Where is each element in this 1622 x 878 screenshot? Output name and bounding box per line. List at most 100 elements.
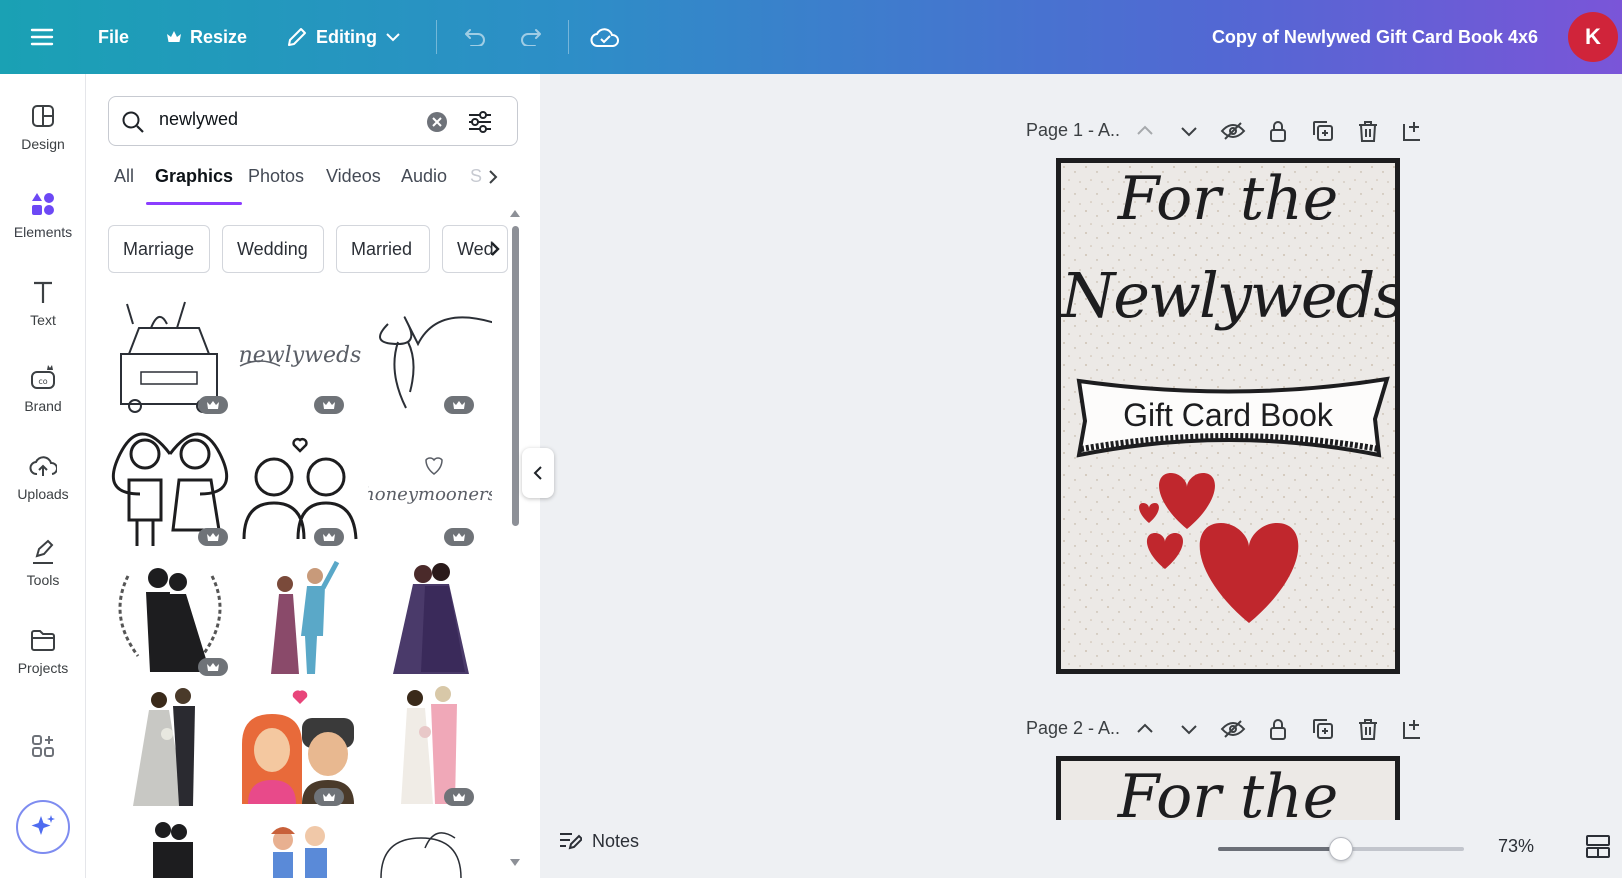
undo-icon bbox=[465, 29, 485, 46]
svg-text:co: co bbox=[38, 377, 47, 386]
tab-photos[interactable]: Photos bbox=[248, 166, 304, 187]
rail-item-uploads[interactable]: Uploads bbox=[0, 452, 86, 502]
resize-label: Resize bbox=[190, 26, 248, 47]
graphic-honeymooners-script[interactable]: honeymooners bbox=[368, 424, 492, 548]
chevron-down-icon[interactable] bbox=[1176, 118, 1202, 144]
save-status-button[interactable] bbox=[590, 0, 620, 74]
file-menu[interactable]: File bbox=[98, 0, 129, 74]
editing-label: Editing bbox=[316, 26, 377, 47]
tab-videos[interactable]: Videos bbox=[326, 166, 381, 187]
panel-scroll-thumb[interactable] bbox=[512, 226, 519, 526]
graphic-two-brides[interactable] bbox=[368, 554, 492, 678]
chevron-up-icon[interactable] bbox=[1132, 118, 1158, 144]
chip-wedding[interactable]: Wedding bbox=[222, 225, 324, 273]
crown-icon bbox=[167, 31, 181, 42]
graphic-silhouette-couple[interactable] bbox=[108, 554, 232, 678]
active-tab-indicator bbox=[146, 202, 242, 205]
graphic-cartoon-couple[interactable] bbox=[238, 818, 362, 878]
filter-button[interactable] bbox=[467, 109, 493, 140]
notes-button[interactable]: Notes bbox=[558, 830, 639, 852]
tab-all[interactable]: All bbox=[114, 166, 134, 187]
chips-next-icon[interactable] bbox=[488, 240, 502, 258]
add-page-icon[interactable] bbox=[1400, 118, 1426, 144]
clear-search-button[interactable] bbox=[427, 112, 447, 132]
chevron-right-icon[interactable] bbox=[486, 168, 500, 186]
rail-item-elements[interactable]: Elements bbox=[0, 190, 86, 240]
cloud-check-icon bbox=[590, 28, 619, 47]
graphic-newlyweds-script[interactable]: newlyweds bbox=[238, 292, 362, 416]
collapse-panel-button[interactable] bbox=[522, 448, 554, 498]
chip-married[interactable]: Married bbox=[336, 225, 430, 273]
duplicate-page-icon[interactable] bbox=[1310, 118, 1336, 144]
graphic-line-couple[interactable] bbox=[368, 818, 492, 878]
magic-assistant-button[interactable] bbox=[16, 800, 70, 854]
hide-page-icon[interactable] bbox=[1220, 716, 1246, 742]
chevron-up-icon[interactable] bbox=[1132, 716, 1158, 742]
graphic-bride-groom[interactable] bbox=[108, 684, 232, 808]
graphic-couple-outline[interactable] bbox=[108, 424, 232, 548]
honeymooners-script-graphic: honeymooners bbox=[368, 457, 492, 505]
menu-button[interactable] bbox=[30, 0, 54, 74]
resize-button[interactable]: Resize bbox=[166, 0, 247, 74]
couple-icon-graphic bbox=[242, 437, 358, 540]
trash-icon[interactable] bbox=[1355, 118, 1381, 144]
grid-view-icon[interactable] bbox=[1584, 832, 1612, 860]
zoom-slider[interactable] bbox=[1218, 837, 1464, 861]
graphic-wedding-car[interactable] bbox=[108, 292, 232, 416]
undo-button[interactable] bbox=[462, 0, 486, 74]
rail-item-text[interactable]: Text bbox=[0, 278, 86, 328]
graphic-kissing-silhouette[interactable] bbox=[108, 818, 232, 878]
card-2-title-line1[interactable]: For the bbox=[1061, 767, 1395, 826]
newlyweds-script-graphic: newlyweds bbox=[239, 343, 362, 368]
tab-graphics[interactable]: Graphics bbox=[155, 166, 233, 187]
shapes-icon bbox=[32, 193, 54, 215]
editing-mode-dropdown[interactable]: Editing bbox=[286, 0, 401, 74]
kissing-silhouette-graphic bbox=[153, 822, 193, 878]
crown-icon bbox=[323, 401, 335, 409]
chip-marriage[interactable]: Marriage bbox=[108, 225, 210, 273]
rail-item-brand[interactable]: co Brand bbox=[0, 364, 86, 414]
lock-icon[interactable] bbox=[1265, 118, 1291, 144]
graphic-pink-suit-couple[interactable] bbox=[368, 684, 492, 808]
page-2-card[interactable]: For the bbox=[1056, 756, 1400, 826]
graphic-faceless-couple[interactable] bbox=[238, 684, 362, 808]
toolbar-divider bbox=[568, 20, 569, 54]
rail-item-apps[interactable] bbox=[0, 732, 86, 766]
crown-icon bbox=[453, 533, 465, 541]
zoom-slider-handle[interactable] bbox=[1329, 837, 1353, 861]
card-title-line2[interactable]: Newlyweds bbox=[1061, 265, 1395, 327]
trash-icon[interactable] bbox=[1355, 716, 1381, 742]
premium-badge bbox=[198, 528, 228, 546]
notes-label: Notes bbox=[592, 830, 640, 851]
hide-page-icon[interactable] bbox=[1220, 118, 1246, 144]
rail-label-uploads: Uploads bbox=[17, 486, 69, 502]
folder-icon bbox=[31, 630, 55, 651]
rail-label-projects: Projects bbox=[17, 660, 69, 676]
redo-button[interactable] bbox=[520, 0, 544, 74]
avatar[interactable]: K bbox=[1568, 12, 1618, 62]
svg-text:newlyweds: newlyweds bbox=[239, 343, 362, 368]
lock-icon[interactable] bbox=[1265, 716, 1291, 742]
rail-item-design[interactable]: Design bbox=[0, 102, 86, 152]
graphic-couple-icon[interactable] bbox=[238, 424, 362, 548]
document-title[interactable]: Copy of Newlywed Gift Card Book 4x6 bbox=[1212, 0, 1538, 74]
duplicate-page-icon[interactable] bbox=[1310, 716, 1336, 742]
premium-badge bbox=[314, 788, 344, 806]
tab-more[interactable]: S bbox=[470, 166, 482, 187]
zoom-percentage[interactable]: 73% bbox=[1498, 836, 1534, 857]
graphic-dancing-couple[interactable] bbox=[238, 554, 362, 678]
card-title-line1[interactable]: For the bbox=[1061, 169, 1395, 229]
chevron-down-icon[interactable] bbox=[1176, 716, 1202, 742]
rail-item-tools[interactable]: Tools bbox=[0, 538, 86, 588]
graphic-ribbon-bow[interactable] bbox=[368, 292, 492, 416]
rail-item-projects[interactable]: Projects bbox=[0, 626, 86, 676]
rail-label-text: Text bbox=[30, 312, 56, 328]
search-input[interactable] bbox=[159, 109, 409, 130]
tab-audio[interactable]: Audio bbox=[401, 166, 447, 187]
card-banner-text[interactable]: Gift Card Book bbox=[1061, 397, 1395, 434]
page-1-card[interactable]: For the Newlyweds Gift Card Book bbox=[1056, 158, 1400, 674]
page-1-title[interactable]: Page 1 - A.. bbox=[1026, 120, 1120, 141]
filter-sliders-icon bbox=[469, 111, 491, 133]
page-2-title[interactable]: Page 2 - A.. bbox=[1026, 718, 1120, 739]
add-page-icon[interactable] bbox=[1400, 716, 1426, 742]
